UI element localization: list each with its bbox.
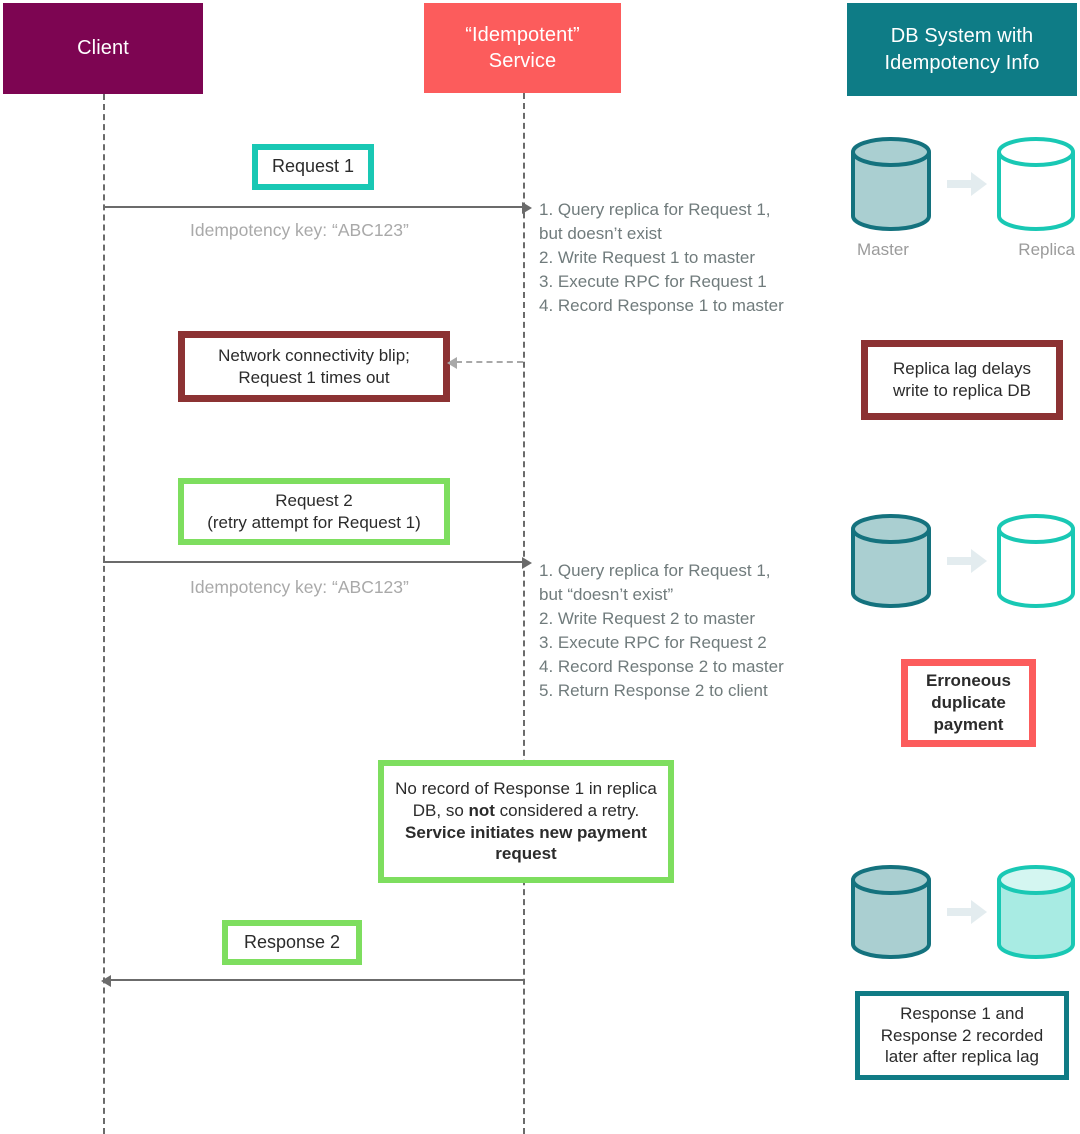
note-recorded-later-label: Response 1 and Response 2 recorded later…: [880, 1003, 1044, 1067]
note-replica-lag[interactable]: Replica lag delays write to replica DB: [861, 340, 1063, 420]
message-box-response-2-label: Response 2: [243, 931, 341, 952]
arrow-response-2: [101, 975, 523, 987]
db-state-group-2: [847, 513, 1077, 613]
master-label: Master: [857, 240, 909, 259]
note-network-blip[interactable]: Network connectivity blip; Request 1 tim…: [178, 331, 450, 402]
note-replica-lag-label: Replica lag delays write to replica DB: [893, 359, 1031, 400]
message-box-request-2-label: Request 2 (retry attempt for Request 1): [207, 490, 421, 532]
db-replication-diagram-2: [851, 514, 1075, 608]
message-box-request-1-label: Request 1: [271, 156, 355, 177]
db-replication-diagram-3: [851, 865, 1075, 959]
arrowhead-right-icon: [522, 557, 532, 569]
db-state-group-3: [847, 864, 1077, 964]
message-box-response-2[interactable]: Response 2: [222, 920, 362, 965]
arrowhead-left-icon: [101, 975, 111, 987]
step-list-retry-attempt: 1. Query replica for Request 1, but “doe…: [539, 561, 784, 700]
actor-client-label: Client: [77, 37, 129, 60]
db-labels-row: Master Replica: [847, 240, 1077, 264]
idempotency-key-label-request-1: Idempotency key: “ABC123”: [190, 220, 409, 240]
note-erroneous-duplicate-payment-label: Erroneous duplicate payment: [925, 671, 1012, 734]
idempotency-key-label-request-2: Idempotency key: “ABC123”: [190, 577, 409, 597]
actor-db-system-label: DB System with Idempotency Info: [884, 25, 1040, 74]
actor-service[interactable]: “Idempotent” Service: [424, 3, 621, 93]
message-box-request-1[interactable]: Request 1: [252, 144, 374, 190]
actor-client[interactable]: Client: [3, 3, 203, 94]
master-database-icon: [851, 865, 931, 959]
note-no-record-of-response-label: No record of Response 1 in replica DB, s…: [395, 779, 657, 864]
replica-database-icon: [997, 137, 1075, 231]
note-recorded-later[interactable]: Response 1 and Response 2 recorded later…: [855, 991, 1069, 1080]
actor-service-label: “Idempotent” Service: [465, 23, 580, 72]
db-replication-diagram-1: [851, 137, 1075, 231]
note-network-blip-label: Network connectivity blip; Request 1 tim…: [218, 345, 410, 387]
note-erroneous-duplicate-payment[interactable]: Erroneous duplicate payment: [901, 659, 1036, 747]
arrow-request-1: [103, 202, 532, 214]
replica-database-icon: [997, 865, 1075, 959]
note-no-record-of-response[interactable]: No record of Response 1 in replica DB, s…: [378, 760, 674, 883]
db-state-group-1: [847, 136, 1077, 236]
arrowhead-left-icon: [447, 357, 457, 369]
replica-database-icon: [997, 514, 1075, 608]
sync-arrow-icon: [947, 900, 987, 924]
master-database-icon: [851, 514, 931, 608]
arrow-request-2: [103, 557, 532, 569]
arrow-timeout-dashed: [447, 357, 523, 369]
sync-arrow-icon: [947, 172, 987, 196]
diagram-canvas: Client “Idempotent” Service DB System wi…: [0, 0, 1080, 1134]
master-database-icon: [851, 137, 931, 231]
arrowhead-right-icon: [522, 202, 532, 214]
step-list-first-attempt: 1. Query replica for Request 1, but does…: [539, 200, 784, 315]
sync-arrow-icon: [947, 549, 987, 573]
replica-label: Replica: [1018, 240, 1075, 259]
message-box-request-2[interactable]: Request 2 (retry attempt for Request 1): [178, 478, 450, 545]
lifeline-service: [523, 93, 525, 1134]
actor-db-system[interactable]: DB System with Idempotency Info: [847, 3, 1077, 96]
